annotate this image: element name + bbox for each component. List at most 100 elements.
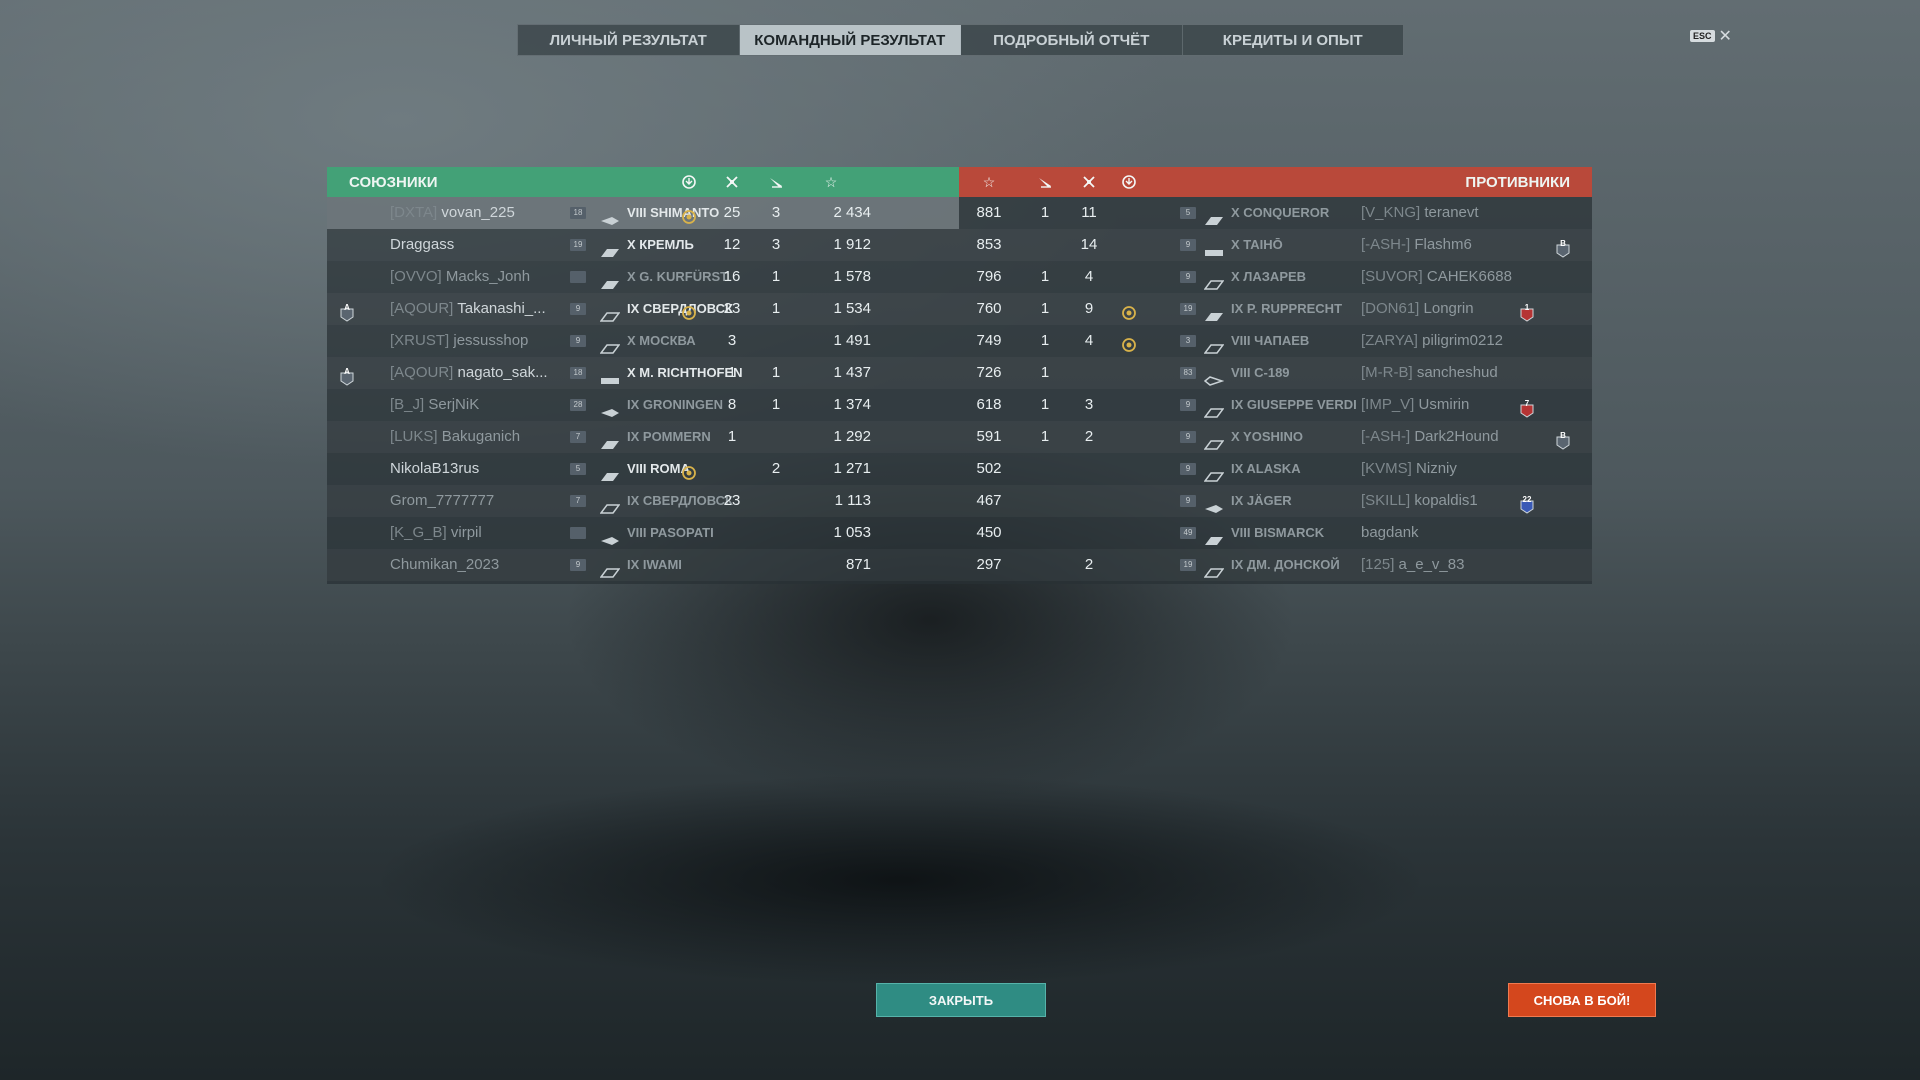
player-name: [DXTA] vovan_225 — [390, 197, 565, 229]
clan-tag: [ZARYA] — [1361, 332, 1418, 349]
tab-personal-result[interactable]: ЛИЧНЫЙ РЕЗУЛЬТАТ — [518, 25, 740, 55]
close-icon: ✕ — [1718, 28, 1732, 45]
kills-icon — [724, 174, 740, 190]
xp-value: 853 — [976, 236, 1002, 253]
service-level: 7 — [570, 495, 586, 507]
xp-value: 2 434 — [833, 204, 871, 221]
ally-row[interactable]: [B_J] SerjNiK 28 IX GRONINGEN 8 1 1 374 — [327, 389, 959, 421]
enemy-row[interactable]: 853 14 9 X TAIHŌ [-ASH-] Flashm6 B — [959, 229, 1592, 261]
base-capture-medal-icon — [1121, 301, 1137, 320]
service-level: 9 — [570, 335, 586, 347]
player-nickname: Nizniy — [1416, 460, 1457, 477]
service-level — [570, 271, 586, 283]
ally-row[interactable]: Draggass 19 X КРЕМЛЬ 12 3 1 912 — [327, 229, 959, 261]
player-name: Chumikan_2023 — [390, 549, 565, 581]
ally-row[interactable]: [K_G_B] virpil VIII PASOPATI 1 053 — [327, 517, 959, 549]
enemy-row[interactable]: 618 1 3 9 IX GIUSEPPE VERDI [IMP_V] Usmirin 7 — [959, 389, 1592, 421]
cruiser-class-icon — [1203, 559, 1225, 578]
team-result-board: СОЮЗНИКИ ☆ [DXTA] vovan_225 18 VIII SHIMAN… — [327, 167, 1592, 584]
player-name: [LUKS] Bakuganich — [390, 421, 565, 453]
enemy-row[interactable]: 467 9 IX JÄGER [SKILL] kopaldis1 22 — [959, 485, 1592, 517]
ship-name: IX GIUSEPPE VERDI — [1231, 397, 1357, 412]
player-badge-text: B — [1560, 239, 1566, 248]
allies-header: СОЮЗНИКИ ☆ — [327, 167, 959, 197]
base-capture-medal-icon — [681, 301, 697, 320]
enemy-row[interactable]: 881 1 11 5 X CONQUEROR [V_KNG] teranevt — [959, 197, 1592, 229]
ally-row[interactable]: Chumikan_2023 9 IX IWAMI 871 — [327, 549, 959, 581]
ally-row[interactable]: [XRUST] jessusshop 9 X МОСКВА 3 1 491 — [327, 325, 959, 357]
player-badge-icon: B — [1556, 430, 1570, 450]
kills-count: 23 — [723, 300, 741, 317]
service-level: 5 — [570, 463, 586, 475]
enemy-row[interactable]: 450 49 VIII BISMARCK bagdank — [959, 517, 1592, 549]
service-level: 19 — [570, 239, 586, 251]
planes-count: 1 — [1040, 396, 1050, 413]
planes-count: 3 — [771, 236, 781, 253]
tab-detailed-report[interactable]: ПОДРОБНЫЙ ОТЧЁТ — [961, 25, 1183, 55]
base-capture-medal-icon — [681, 205, 697, 224]
player-nickname: nagato_sak... — [457, 364, 548, 381]
enemy-row[interactable]: 796 1 4 9 X ЛАЗАРЕВ [SUVOR] CAHEK6688 — [959, 261, 1592, 293]
submarine-class-icon — [1203, 367, 1225, 386]
kills-count: 2 — [1084, 428, 1094, 445]
xp-value: 1 053 — [833, 524, 871, 541]
enemy-row[interactable]: 760 1 9 19 IX P. RUPPRECHT [DON61] Longrin 1 — [959, 293, 1592, 325]
ally-row[interactable]: Grom_7777777 7 IX СВЕРДЛОВСК 23 1 113 — [327, 485, 959, 517]
clan-tag: [-ASH-] — [1361, 236, 1411, 253]
planes-count: 1 — [1040, 364, 1050, 381]
ally-row[interactable]: [LUKS] Bakuganich 7 IX POMMERN 1 1 292 — [327, 421, 959, 453]
tab-credits-xp[interactable]: КРЕДИТЫ И ОПЫТ — [1183, 25, 1404, 55]
ally-row[interactable]: NikolaB13rus 5 VIII ROMA 2 1 271 — [327, 453, 959, 485]
service-level: 9 — [570, 303, 586, 315]
planes-count: 1 — [1040, 428, 1050, 445]
planes-count: 1 — [771, 268, 781, 285]
enemy-row[interactable]: 591 1 2 9 X YOSHINO [-ASH-] Dark2Hound B — [959, 421, 1592, 453]
xp-value: 749 — [976, 332, 1002, 349]
tab-team-result[interactable]: КОМАНДНЫЙ РЕЗУЛЬТАТ — [739, 25, 961, 55]
battle-again-button[interactable]: СНОВА В БОЙ! — [1508, 983, 1656, 1017]
destroyer-class-icon — [1204, 495, 1224, 513]
planes-count — [756, 325, 796, 357]
base-capture-icon — [1121, 174, 1137, 190]
enemy-row[interactable]: 502 9 IX ALASKA [KVMS] Nizniy — [959, 453, 1592, 485]
planes-count: 1 — [771, 364, 781, 381]
xp-value: 502 — [976, 460, 1002, 477]
xp-value: 871 — [845, 556, 871, 573]
enemy-row[interactable]: 726 1 83 VIII C-189 [M-R-B] sancheshud — [959, 357, 1592, 389]
kills-count — [712, 517, 752, 549]
ally-row[interactable]: [OVVO] Macks_Jonh X G. KURFÜRST 16 1 1 578 — [327, 261, 959, 293]
player-nickname: Draggass — [390, 236, 455, 253]
service-level: 9 — [570, 559, 586, 571]
planes-count: 1 — [1040, 268, 1050, 285]
enemy-row[interactable]: 297 2 19 IX ДМ. ДОНСКОЙ [125] a_e_v_83 — [959, 549, 1592, 581]
ally-row[interactable]: [DXTA] vovan_225 18 VIII SHIMANTO 25 3 2 434 — [327, 197, 959, 229]
xp-value: 881 — [976, 204, 1002, 221]
planes-count: 1 — [771, 396, 781, 413]
enemy-row[interactable]: 749 1 4 3 VIII ЧАПАЕВ [ZARYA] piligrim0212 — [959, 325, 1592, 357]
enemies-panel: ☆ ПРОТИВНИКИ 881 1 11 5 X CONQUEROR [V_KNG] t… — [959, 167, 1592, 584]
star-xp-icon: ☆ — [824, 173, 838, 190]
xp-value: 726 — [976, 364, 1002, 381]
clan-tag: [KVMS] — [1361, 460, 1412, 477]
planes-count: 3 — [771, 204, 781, 221]
player-nickname: SerjNiK — [428, 396, 480, 413]
esc-close-button[interactable]: ESC ✕ — [1690, 26, 1732, 46]
kills-count: 9 — [1084, 300, 1094, 317]
kills-count: 8 — [727, 396, 737, 413]
ally-row[interactable]: A [AQOUR] nagato_sak... 18 X M. RICHTHOFEN 1… — [327, 357, 959, 389]
xp-value: 297 — [976, 556, 1002, 573]
ally-row[interactable]: A [AQOUR] Takanashi_... 9 IX СВЕРДЛОВСК 23 1 1… — [327, 293, 959, 325]
player-name: [SKILL] kopaldis1 — [1361, 485, 1531, 517]
service-level: 5 — [1180, 207, 1196, 219]
cruiser-class-icon — [599, 559, 621, 578]
allies-list: [DXTA] vovan_225 18 VIII SHIMANTO 25 3 2 434 D… — [327, 197, 959, 581]
player-nickname: Chumikan_2023 — [390, 556, 500, 573]
clan-tag: [-ASH-] — [1361, 428, 1411, 445]
clan-tag: [DON61] — [1361, 300, 1420, 317]
player-nickname: jessusshop — [453, 332, 529, 349]
close-button[interactable]: ЗАКРЫТЬ — [876, 983, 1046, 1017]
enemies-header: ☆ ПРОТИВНИКИ — [959, 167, 1592, 197]
ship-name: VIII ЧАПАЕВ — [1231, 333, 1310, 348]
clan-tag: [XRUST] — [390, 332, 450, 349]
kills-count: 2 — [1084, 556, 1094, 573]
